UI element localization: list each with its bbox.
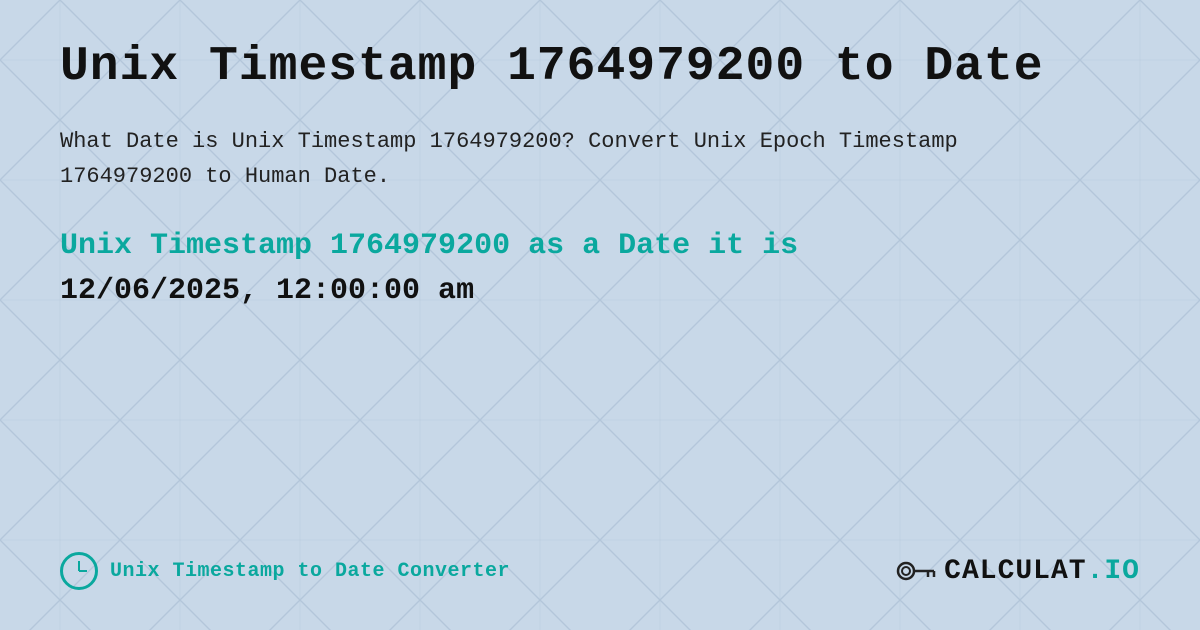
page-title: Unix Timestamp 1764979200 to Date [60,40,1140,94]
logo-icon [896,553,936,589]
result-text: Unix Timestamp 1764979200 as a Date it i… [60,224,1140,314]
result-prefix: Unix Timestamp 1764979200 as a Date it i… [60,229,798,263]
result-value: 12/06/2025, 12:00:00 am [60,274,474,308]
page-description: What Date is Unix Timestamp 1764979200? … [60,124,1060,194]
logo-text: CALCULAT.IO [944,556,1140,587]
footer-left: Unix Timestamp to Date Converter [60,552,510,590]
clock-icon [60,552,98,590]
logo-suffix: .IO [1087,556,1140,587]
footer-label: Unix Timestamp to Date Converter [110,560,510,583]
footer: Unix Timestamp to Date Converter CALCULA… [60,532,1140,590]
logo-area: CALCULAT.IO [896,553,1140,589]
logo-prefix: CALCULAT [944,556,1086,587]
result-section: Unix Timestamp 1764979200 as a Date it i… [60,224,1140,314]
